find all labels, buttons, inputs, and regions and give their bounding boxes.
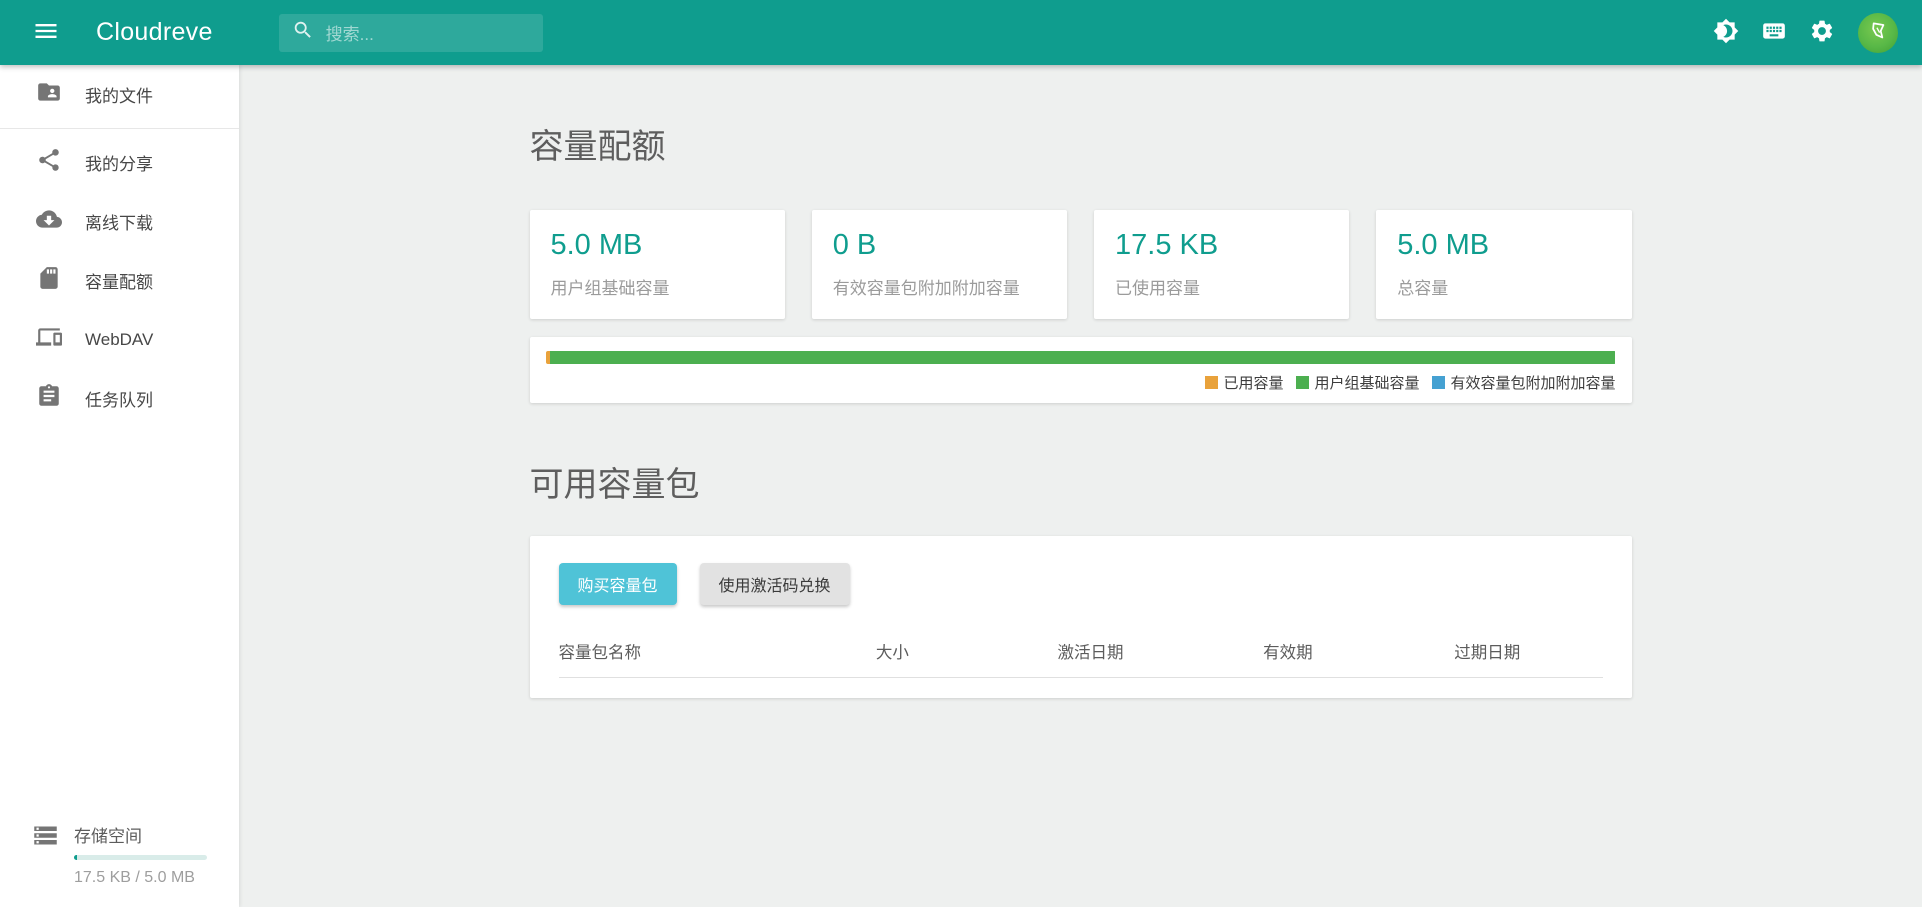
storage-icon: [0, 822, 59, 854]
stat-value: 5.0 MB: [1397, 229, 1621, 262]
column-header-expiry-date: 过期日期: [1454, 629, 1602, 678]
legend-swatch-used: [1205, 376, 1218, 389]
legend-swatch-base: [1296, 376, 1309, 389]
buy-pack-button[interactable]: 购买容量包: [559, 563, 677, 605]
share-icon: [36, 147, 62, 178]
storage-progress-bar: [74, 855, 207, 860]
sidebar-item-label: WebDAV: [85, 330, 153, 350]
sidebar-item-my-shares[interactable]: 我的分享: [0, 133, 239, 192]
settings-button[interactable]: [1798, 9, 1846, 57]
sidebar-item-label: 容量配额: [85, 268, 153, 293]
legend-item-base: 用户组基础容量: [1296, 372, 1419, 393]
redeem-code-button[interactable]: 使用激活码兑换: [700, 563, 850, 605]
storage-label: 存储空间: [74, 822, 209, 847]
app-header: Cloudreve 搜索...: [0, 0, 1922, 65]
devices-icon: [36, 324, 62, 355]
quota-bar-card: 已用容量 用户组基础容量 有效容量包附加附加容量: [530, 337, 1632, 403]
avatar-glyph-icon: [1865, 18, 1891, 47]
stat-label: 有效容量包附加附加容量: [833, 274, 1057, 299]
column-header-activation-date: 激活日期: [1058, 629, 1264, 678]
keyboard-icon: [1761, 18, 1787, 47]
sidebar-item-task-queue[interactable]: 任务队列: [0, 369, 239, 428]
sidebar-divider: [0, 128, 239, 129]
user-avatar[interactable]: [1858, 13, 1898, 53]
packs-card: 购买容量包 使用激活码兑换 容量包名称 大小 激活日期 有效期 过期日期: [530, 536, 1632, 698]
sidebar-item-label: 离线下载: [85, 209, 153, 234]
quota-cards-row: 5.0 MB 用户组基础容量 0 B 有效容量包附加附加容量 17.5 KB 已…: [530, 210, 1632, 319]
stat-card-group-base: 5.0 MB 用户组基础容量: [530, 210, 785, 319]
column-header-size: 大小: [876, 629, 1058, 678]
dark-mode-icon: [1713, 18, 1739, 47]
assignment-icon: [36, 383, 62, 414]
stat-value: 0 B: [833, 229, 1057, 262]
sidebar-item-webdav[interactable]: WebDAV: [0, 310, 239, 369]
stat-card-used: 17.5 KB 已使用容量: [1094, 210, 1349, 319]
stat-value: 5.0 MB: [551, 229, 775, 262]
cloud-download-icon: [36, 206, 62, 237]
sidebar-item-label: 任务队列: [85, 386, 153, 411]
sidebar: 我的文件 我的分享 离线下载 容量配额 WebDAV 任务队列: [0, 65, 239, 907]
legend-label: 用户组基础容量: [1314, 372, 1419, 393]
column-header-pack-name: 容量包名称: [559, 629, 876, 678]
legend-item-used: 已用容量: [1205, 372, 1283, 393]
packs-table: 容量包名称 大小 激活日期 有效期 过期日期: [559, 629, 1603, 678]
search-icon: [292, 19, 314, 46]
gear-icon: [1809, 18, 1835, 47]
legend-swatch-pack: [1432, 376, 1445, 389]
sidebar-item-label: 我的文件: [85, 82, 153, 107]
stat-label: 已使用容量: [1115, 274, 1339, 299]
stat-label: 用户组基础容量: [551, 274, 775, 299]
stat-label: 总容量: [1397, 274, 1621, 299]
sidebar-item-capacity-quota[interactable]: 容量配额: [0, 251, 239, 310]
folder-shared-icon: [36, 79, 62, 110]
legend-label: 有效容量包附加附加容量: [1450, 372, 1615, 393]
column-header-validity: 有效期: [1263, 629, 1454, 678]
packs-table-header-row: 容量包名称 大小 激活日期 有效期 过期日期: [559, 629, 1603, 678]
stat-card-pack-extra: 0 B 有效容量包附加附加容量: [812, 210, 1067, 319]
main-content: 容量配额 5.0 MB 用户组基础容量 0 B 有效容量包附加附加容量 17.5…: [239, 65, 1922, 907]
sd-card-icon: [36, 265, 62, 296]
sidebar-item-label: 我的分享: [85, 150, 153, 175]
app-title: Cloudreve: [96, 18, 213, 47]
quota-bar-segment-base: [550, 351, 1615, 364]
legend-item-pack: 有效容量包附加附加容量: [1432, 372, 1615, 393]
packs-actions: 购买容量包 使用激活码兑换: [559, 563, 1603, 605]
quota-bar: [546, 351, 1616, 364]
legend-label: 已用容量: [1223, 372, 1283, 393]
hamburger-icon: [32, 17, 60, 48]
packs-section-title: 可用容量包: [530, 457, 1632, 506]
stat-value: 17.5 KB: [1115, 229, 1339, 262]
stat-card-total: 5.0 MB 总容量: [1376, 210, 1631, 319]
menu-button[interactable]: [22, 9, 70, 57]
quota-legend: 已用容量 用户组基础容量 有效容量包附加附加容量: [546, 372, 1616, 393]
storage-usage-text: 17.5 KB / 5.0 MB: [74, 869, 209, 887]
search-bar[interactable]: 搜索...: [279, 14, 543, 52]
storage-progress-fill: [74, 855, 77, 860]
keyboard-shortcuts-button[interactable]: [1750, 9, 1798, 57]
quota-section-title: 容量配额: [530, 119, 1632, 168]
sidebar-item-offline-download[interactable]: 离线下载: [0, 192, 239, 251]
search-placeholder: 搜索...: [326, 20, 374, 45]
storage-summary: 存储空间 17.5 KB / 5.0 MB: [0, 806, 239, 907]
dark-mode-toggle-button[interactable]: [1702, 9, 1750, 57]
topbar-actions: [1702, 9, 1898, 57]
sidebar-item-my-files[interactable]: 我的文件: [0, 65, 239, 124]
